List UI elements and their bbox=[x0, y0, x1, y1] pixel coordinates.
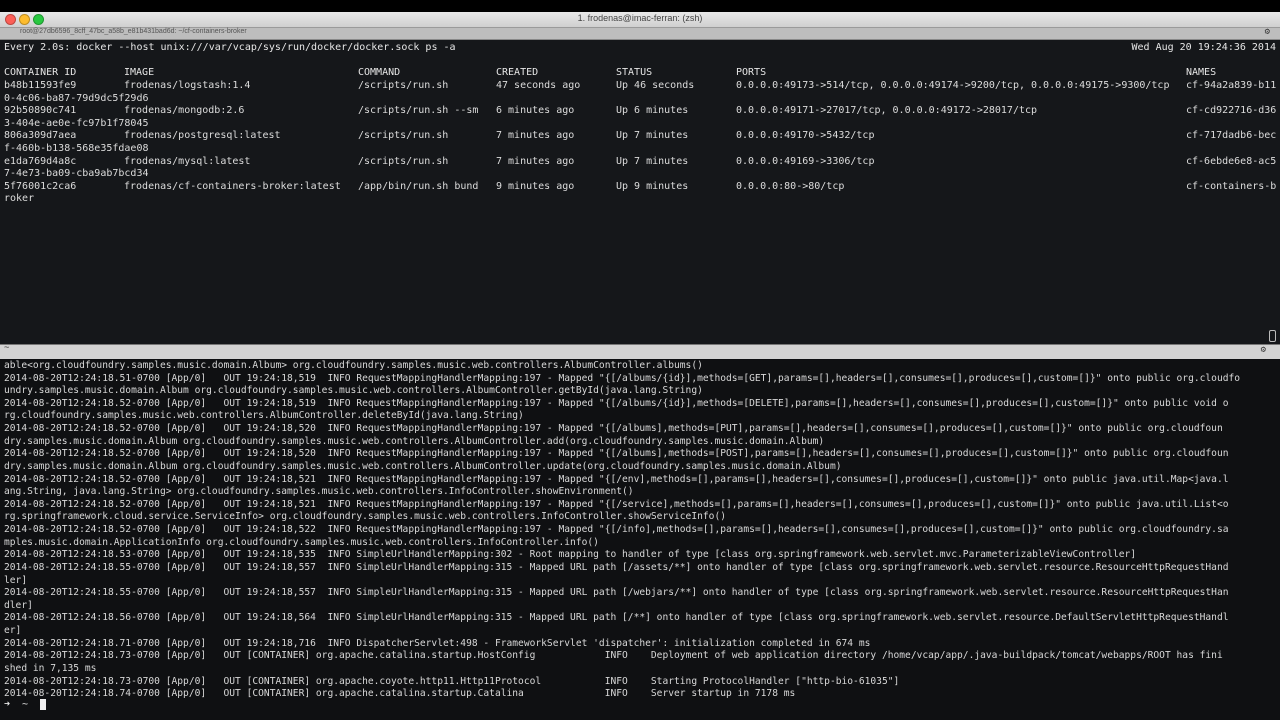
container-id: b48b11593fe9 bbox=[4, 80, 77, 91]
pane-gear-icon[interactable]: ⚙ bbox=[1261, 345, 1266, 355]
terminal-cursor bbox=[40, 699, 46, 710]
scroll-indicator[interactable] bbox=[1269, 330, 1276, 342]
shell-prompt[interactable]: ➜ ~ bbox=[4, 699, 34, 710]
tab-session-label[interactable]: root@27db6596_8cff_47bc_a58b_e81b431bad6… bbox=[20, 28, 247, 35]
log-line: 2014-08-20T12:24:18.52-0700 [App/0] OUT … bbox=[4, 423, 1223, 435]
container-row: b48b11593fe9 frodenas/logstash:1.4/script… bbox=[0, 80, 1280, 93]
container-row: e1da769d4a8c frodenas/mysql:latest/script… bbox=[0, 156, 1280, 169]
container-command: /scripts/run.sh bbox=[358, 155, 449, 167]
header-status: STATUS bbox=[616, 67, 653, 78]
container-created: 47 seconds ago bbox=[496, 80, 581, 91]
container-status: Up 6 minutes bbox=[616, 105, 689, 117]
container-name-wrap: 7-4e73-ba09-cba9ab7bcd34 bbox=[4, 168, 149, 180]
container-created: 7 minutes ago bbox=[496, 155, 575, 167]
log-line: 2014-08-20T12:24:18.56-0700 [App/0] OUT … bbox=[4, 612, 1229, 624]
watch-command: Every 2.0s: docker --host unix:///var/vc… bbox=[4, 42, 456, 53]
log-line: er] bbox=[4, 625, 22, 637]
container-name-wrap: 0-4c06-ba87-79d9dc5f29d6 bbox=[4, 92, 149, 104]
log-line: 2014-08-20T12:24:18.55-0700 [App/0] OUT … bbox=[4, 561, 1229, 573]
window-title: 1. frodenas@imac-ferran: (zsh) bbox=[577, 13, 703, 23]
container-created: 7 minutes ago bbox=[496, 130, 575, 142]
container-image: frodenas/postgresql:latest bbox=[124, 130, 281, 142]
log-line: 2014-08-20T12:24:18.53-0700 [App/0] OUT … bbox=[4, 549, 1137, 561]
container-image: frodenas/cf-containers-broker:latest bbox=[124, 180, 341, 192]
header-names: NAMES bbox=[1186, 67, 1217, 78]
container-table-header: CONTAINER ID IMAGE COMMAND CREATED STATU… bbox=[0, 67, 1280, 79]
log-line: 2014-08-20T12:24:18.52-0700 [App/0] OUT … bbox=[4, 448, 1229, 460]
container-ports: 0.0.0.0:49170->5432/tcp bbox=[736, 130, 875, 142]
log-line: 2014-08-20T12:24:18.52-0700 [App/0] OUT … bbox=[4, 498, 1229, 510]
header-created: CREATED bbox=[496, 67, 539, 78]
header-ports: PORTS bbox=[736, 67, 767, 78]
container-status: Up 9 minutes bbox=[616, 180, 689, 192]
log-line: 2014-08-20T12:24:18.55-0700 [App/0] OUT … bbox=[4, 587, 1229, 599]
container-created: 6 minutes ago bbox=[496, 105, 575, 117]
log-line: 2014-08-20T12:24:18.52-0700 [App/0] OUT … bbox=[4, 397, 1229, 409]
container-ports: 0.0.0.0:49173->514/tcp, 0.0.0.0:49174->9… bbox=[736, 80, 1170, 91]
log-line: 2014-08-20T12:24:18.52-0700 [App/0] OUT … bbox=[4, 473, 1229, 485]
log-line: dry.samples.music.domain.Album org.cloud… bbox=[4, 460, 842, 472]
container-names: cf-717dadb6-bec bbox=[1186, 130, 1277, 142]
container-names: cf-94a2a839-b11 bbox=[1186, 80, 1277, 91]
watch-timestamp: Wed Aug 20 19:24:36 2014 bbox=[1131, 42, 1277, 53]
log-line: ang.String, java.lang.String> org.cloudf… bbox=[4, 486, 634, 498]
log-line: 2014-08-20T12:24:18.73-0700 [App/0] OUT … bbox=[4, 675, 900, 687]
container-command: /app/bin/run.sh bund bbox=[358, 180, 479, 192]
log-line: rg.springframework.cloud.service.Service… bbox=[4, 511, 726, 523]
container-ports: 0.0.0.0:49171->27017/tcp, 0.0.0.0:49172-… bbox=[736, 105, 1038, 117]
container-names: cf-6ebde6e8-ac5 bbox=[1186, 155, 1277, 167]
cf-logs-pane[interactable]: able<org.cloudfoundry.samples.music.doma… bbox=[0, 359, 1280, 720]
container-status: Up 46 seconds bbox=[616, 80, 695, 91]
log-line: shed in 7,135 ms bbox=[4, 662, 97, 674]
container-name-wrap: roker bbox=[4, 193, 35, 205]
log-line: ler] bbox=[4, 574, 28, 586]
container-row: 5f76001c2ca6 frodenas/cf-containers-broke… bbox=[0, 181, 1280, 194]
terminal-tab-bar: root@27db6596_8cff_47bc_a58b_e81b431bad6… bbox=[0, 27, 1280, 40]
container-row: 806a309d7aea frodenas/postgresql:latest/s… bbox=[0, 130, 1280, 143]
log-line: 2014-08-20T12:24:18.52-0700 [App/0] OUT … bbox=[4, 524, 1229, 536]
container-status: Up 7 minutes bbox=[616, 155, 689, 167]
container-names: cf-cd922716-d36 bbox=[1186, 105, 1277, 117]
log-line: 2014-08-20T12:24:18.73-0700 [App/0] OUT … bbox=[4, 650, 1223, 662]
container-ports: 0.0.0.0:80->80/tcp bbox=[736, 180, 845, 192]
container-created: 9 minutes ago bbox=[496, 180, 575, 192]
log-line: dler] bbox=[4, 599, 33, 611]
header-image: IMAGE bbox=[124, 67, 155, 78]
container-id: 806a309d7aea bbox=[4, 130, 77, 142]
container-row: 92b50890c741 frodenas/mongodb:2.6/scripts… bbox=[0, 105, 1280, 118]
pane-divider[interactable]: ~ ⚙ bbox=[0, 343, 1280, 360]
divider-label: ~ bbox=[4, 343, 10, 353]
log-line: 2014-08-20T12:24:18.74-0700 [App/0] OUT … bbox=[4, 688, 796, 700]
log-line: undry.samples.music.domain.Album org.clo… bbox=[4, 385, 703, 397]
log-line: able<org.cloudfoundry.samples.music.doma… bbox=[4, 360, 703, 371]
header-command: COMMAND bbox=[358, 67, 401, 78]
log-line: 2014-08-20T12:24:18.71-0700 [App/0] OUT … bbox=[4, 637, 871, 649]
header-container-id: CONTAINER ID bbox=[4, 67, 77, 78]
docker-watch-pane[interactable]: Every 2.0s: docker --host unix:///var/vc… bbox=[0, 40, 1280, 344]
container-id: 92b50890c741 bbox=[4, 105, 77, 117]
tab-gear-icon[interactable]: ⚙ bbox=[1265, 27, 1270, 37]
container-ports: 0.0.0.0:49169->3306/tcp bbox=[736, 155, 875, 167]
container-image: frodenas/logstash:1.4 bbox=[124, 80, 251, 91]
container-image: frodenas/mongodb:2.6 bbox=[124, 105, 245, 117]
log-line: rg.cloudfoundry.samples.music.web.contro… bbox=[4, 410, 524, 422]
container-command: /scripts/run.sh bbox=[358, 130, 449, 142]
container-command: /scripts/run.sh bbox=[358, 80, 449, 91]
container-id: 5f76001c2ca6 bbox=[4, 180, 77, 192]
log-line: mples.music.domain.ApplicationInfo org.c… bbox=[4, 536, 599, 548]
screen-top-strip bbox=[0, 0, 1280, 12]
container-name-wrap: f-460b-b138-568e35fdae08 bbox=[4, 143, 149, 154]
window-titlebar[interactable]: 1. frodenas@imac-ferran: (zsh) bbox=[0, 12, 1280, 28]
container-command: /scripts/run.sh --sm bbox=[358, 105, 479, 117]
container-image: frodenas/mysql:latest bbox=[124, 155, 251, 167]
log-line: dry.samples.music.domain.Album org.cloud… bbox=[4, 435, 825, 447]
container-status: Up 7 minutes bbox=[616, 130, 689, 142]
container-name-wrap: 3-404e-ae0e-fc97b1f78045 bbox=[4, 117, 149, 129]
container-id: e1da769d4a8c bbox=[4, 155, 77, 167]
log-line: 2014-08-20T12:24:18.51-0700 [App/0] OUT … bbox=[4, 372, 1241, 384]
container-names: cf-containers-b bbox=[1186, 180, 1277, 192]
